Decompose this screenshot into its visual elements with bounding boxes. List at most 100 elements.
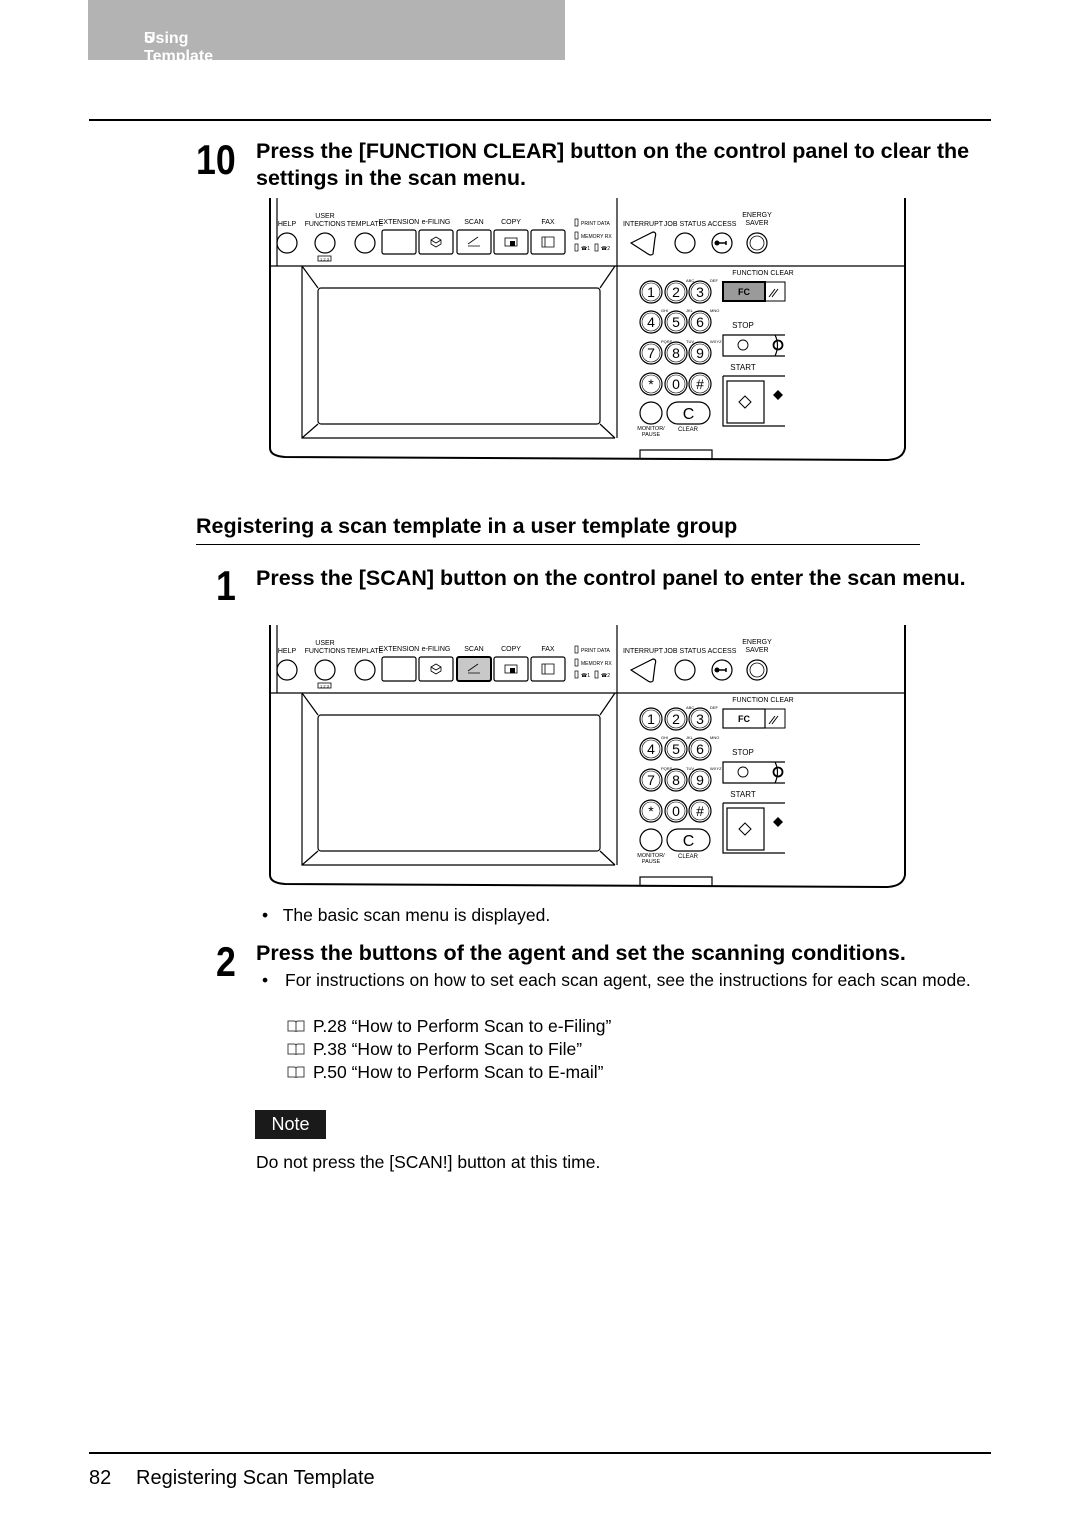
indicator-lamp: [574, 243, 579, 252]
book-icon: [287, 1062, 305, 1079]
mode-label-scan: SCAN: [464, 219, 483, 226]
mode-button-e-filing: [418, 229, 454, 255]
footer-rule: [89, 1452, 991, 1454]
book-icon: [287, 1016, 305, 1033]
indicator-lamp: [574, 658, 579, 667]
start-indicator-icon: [773, 390, 783, 400]
step-number-2: 2: [216, 938, 236, 985]
user-functions-label: USER: [315, 640, 334, 647]
keypad-letters: DEF: [710, 705, 719, 710]
help-label: HELP: [278, 221, 297, 228]
keypad-key-label: 2: [672, 711, 680, 727]
fax-icon: [541, 236, 555, 248]
stop-button: [722, 761, 785, 784]
line-indicator-label: ☎1: [581, 673, 590, 679]
keypad-key-label: #: [696, 376, 704, 392]
mode-button-extension: [381, 656, 417, 682]
mode-label-copy: COPY: [501, 646, 521, 653]
indicator-lamp: [574, 231, 579, 240]
mode-button-fax: [530, 656, 566, 682]
keypad-letters: ABC: [686, 705, 694, 710]
user-functions-button: [314, 232, 336, 254]
keypad-letters: JKL: [686, 308, 694, 313]
keypad-letters: WXYZ: [710, 339, 722, 344]
counter-label: 1 2 3: [320, 683, 330, 688]
mode-label-e-filing: e-FILING: [422, 646, 451, 653]
keypad-key-label: 8: [672, 345, 680, 361]
access-label: ACCESS: [708, 648, 737, 655]
job-status-label: JOB STATUS: [664, 648, 706, 655]
panel-tab: [639, 449, 713, 460]
touch-screen: [317, 714, 601, 852]
reference-link[interactable]: P.38 “How to Perform Scan to File”: [287, 1038, 582, 1061]
mode-label-fax: FAX: [541, 219, 555, 226]
clear-key-label: C: [683, 406, 695, 423]
function-clear-indicator: [765, 281, 786, 302]
control-panel-illustration-scan: HELPUSERFUNCTIONS1 2 3TEMPLATEEXTENSION e…: [269, 625, 906, 889]
scan-icon: [467, 236, 480, 247]
interrupt-label: INTERRUPT: [623, 221, 664, 228]
key-icon: [714, 667, 720, 673]
indicator-label: MEMORY RX: [581, 661, 612, 667]
step-10-heading: Press the [FUNCTION CLEAR] button on the…: [256, 139, 970, 190]
screen-bezel: [301, 692, 616, 866]
stop-label: STOP: [732, 748, 754, 757]
efiling-icon: [430, 236, 442, 248]
indicator-lamp: [574, 218, 579, 227]
indicator-label: MEMORY RX: [581, 234, 612, 240]
user-functions-label: FUNCTIONS: [305, 221, 346, 228]
mode-label-scan: SCAN: [464, 646, 483, 653]
section-rule: [196, 544, 920, 545]
keypad-key-label: 0: [672, 376, 680, 392]
keypad-letters: DEF: [710, 278, 719, 283]
keypad-key-label: #: [696, 803, 704, 819]
line-indicator-label: ☎2: [601, 246, 610, 252]
mode-button-extension: [381, 229, 417, 255]
counter-label: 1 2 3: [320, 256, 330, 261]
keypad-key-label: 3: [696, 284, 704, 300]
help-button: [276, 659, 298, 681]
keypad-letters: GHI: [661, 735, 668, 740]
start-button: [726, 807, 765, 851]
start-frame: [722, 375, 785, 427]
screen-bezel: [301, 265, 616, 439]
indicator-label: PRINT DATA: [581, 648, 611, 654]
touch-screen: [317, 287, 601, 425]
keypad-letters: JKL: [686, 735, 694, 740]
step-2-heading: Press the buttons of the agent and set t…: [256, 941, 906, 965]
help-label: HELP: [278, 648, 297, 655]
keypad-letters: WXYZ: [710, 766, 722, 771]
start-label: START: [730, 790, 756, 799]
keypad-key-label: *: [648, 803, 654, 819]
fc-label: FC: [738, 714, 750, 724]
keypad-key-label: 5: [672, 314, 680, 330]
keypad-key-label: 2: [672, 284, 680, 300]
keypad-key-label: 4: [647, 741, 655, 757]
reference-link[interactable]: P.50 “How to Perform Scan to E-mail”: [287, 1061, 603, 1084]
start-indicator-icon: [773, 817, 783, 827]
stop-button: [722, 334, 785, 357]
bullet-text: The basic scan menu is displayed.: [282, 905, 551, 925]
indicator-lamp: [594, 243, 599, 252]
monitor-pause-button: [639, 828, 663, 852]
keypad-letters: ABC: [686, 278, 694, 283]
mode-button-scan: [456, 229, 492, 255]
reference-link[interactable]: P.28 “How to Perform Scan to e-Filing”: [287, 1015, 611, 1038]
clear-label: CLEAR: [678, 427, 699, 433]
stop-icon: [737, 339, 749, 351]
job-status-label: JOB STATUS: [664, 221, 706, 228]
help-button: [276, 232, 298, 254]
energy-saver-icon: [749, 662, 765, 678]
reference-text: P.28 “How to Perform Scan to e-Filing”: [313, 1016, 612, 1036]
step-2-bullet: • For instructions on how to set each sca…: [262, 970, 971, 990]
keypad-letters: GHI: [661, 308, 668, 313]
note-text: Do not press the [SCAN!] button at this …: [256, 1152, 601, 1172]
clear-key-label: C: [683, 833, 695, 850]
mode-button-scan: [456, 656, 492, 682]
chapter-header: 5 Using Template: [88, 0, 565, 65]
indicator-lamp: [594, 670, 599, 679]
start-button: [726, 380, 765, 424]
keypad-letters: TUV: [686, 339, 694, 344]
job-status-button: [674, 659, 696, 681]
stop-icon: [737, 766, 749, 778]
